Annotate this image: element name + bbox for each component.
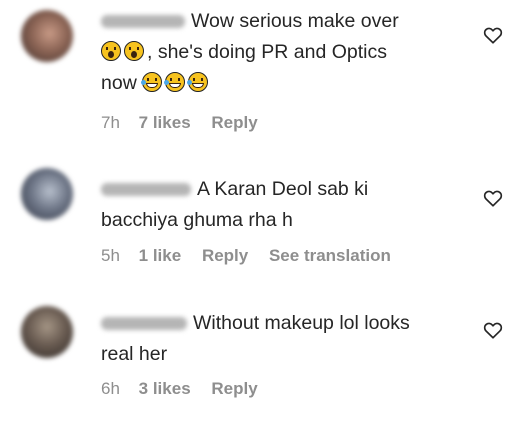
comment-text-line: bacchiya ghuma rha h bbox=[101, 209, 293, 231]
comment-meta: 7h 7 likes Reply bbox=[101, 113, 274, 133]
tears-of-joy-emoji-icon bbox=[187, 72, 209, 92]
comment-meta: 5h 1 like Reply See translation bbox=[101, 246, 407, 266]
avatar[interactable] bbox=[21, 168, 73, 220]
likes-count-button[interactable]: 7 likes bbox=[139, 113, 191, 132]
comment-meta: 6h 3 likes Reply bbox=[101, 379, 274, 399]
reply-button[interactable]: Reply bbox=[211, 113, 257, 132]
comment-line-2: , she's doing PR and Optics bbox=[101, 37, 399, 68]
username-blurred[interactable] bbox=[101, 183, 191, 197]
heart-outline-icon[interactable] bbox=[483, 189, 503, 207]
comment-line-3: now bbox=[101, 68, 399, 99]
comment-line-1: Wow serious make over bbox=[101, 6, 399, 37]
tears-of-joy-emoji-icon bbox=[164, 72, 186, 92]
see-translation-button[interactable]: See translation bbox=[269, 246, 391, 265]
hushed-face-emoji-icon bbox=[101, 41, 121, 61]
heart-outline-icon[interactable] bbox=[483, 26, 503, 44]
comment-text: Wow serious make over , she's doing PR a… bbox=[101, 6, 399, 99]
comment-line-1: Without makeup lol looks bbox=[101, 308, 410, 339]
comment-text-line: , she's doing PR and Optics bbox=[147, 41, 388, 63]
likes-count-button[interactable]: 3 likes bbox=[139, 379, 191, 398]
tears-of-joy-emoji-icon bbox=[141, 72, 163, 92]
reply-button[interactable]: Reply bbox=[211, 379, 257, 398]
comment-text: Without makeup lol looks real her bbox=[101, 308, 410, 370]
comment-text-line: real her bbox=[101, 343, 168, 365]
comment-time: 5h bbox=[101, 246, 120, 265]
comment-line-1: A Karan Deol sab ki bbox=[101, 174, 368, 205]
reply-button[interactable]: Reply bbox=[202, 246, 248, 265]
avatar[interactable] bbox=[21, 306, 73, 358]
comment-text-line: now bbox=[101, 72, 137, 94]
comment-line-2: bacchiya ghuma rha h bbox=[101, 205, 368, 236]
avatar[interactable] bbox=[21, 10, 73, 62]
hushed-face-emoji-icon bbox=[124, 41, 144, 61]
username-blurred[interactable] bbox=[101, 15, 185, 29]
likes-count-button[interactable]: 1 like bbox=[139, 246, 182, 265]
comment-text-line: Without makeup lol looks bbox=[193, 312, 410, 334]
comment-line-2: real her bbox=[101, 339, 410, 370]
comment-text: A Karan Deol sab ki bacchiya ghuma rha h bbox=[101, 174, 368, 236]
comment-time: 7h bbox=[101, 113, 120, 132]
comment-text-line: Wow serious make over bbox=[191, 10, 399, 32]
comment-text-line: A Karan Deol sab ki bbox=[197, 178, 369, 200]
username-blurred[interactable] bbox=[101, 317, 187, 331]
comment-time: 6h bbox=[101, 379, 120, 398]
heart-outline-icon[interactable] bbox=[483, 321, 503, 339]
